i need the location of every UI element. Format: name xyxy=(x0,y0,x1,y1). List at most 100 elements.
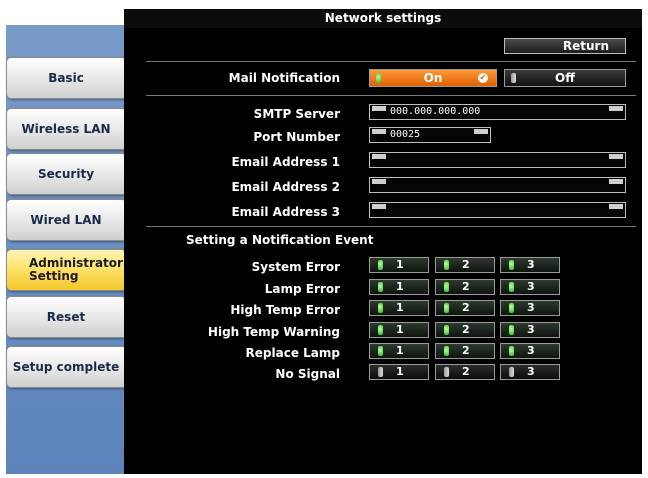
event-replace-lamp-1-checkbox[interactable]: 1 xyxy=(369,343,429,359)
event-label-no-signal: No Signal xyxy=(275,367,340,381)
checkbox-number: 3 xyxy=(527,323,535,336)
event-label-high-temp-error: High Temp Error xyxy=(230,303,340,317)
mail-notification-on-button[interactable]: On ✔ xyxy=(369,69,497,87)
lamp-on-icon xyxy=(378,325,383,335)
lamp-on-icon xyxy=(378,260,383,270)
lamp-on-icon xyxy=(444,260,449,270)
lamp-on-icon xyxy=(509,325,514,335)
lamp-on-icon xyxy=(444,282,449,292)
checkbox-number: 1 xyxy=(396,258,404,271)
event-no-signal-3-checkbox[interactable]: 3 xyxy=(500,364,560,380)
sidebar-item-label: Wireless LAN xyxy=(21,121,111,136)
port-number-label: Port Number xyxy=(253,130,340,144)
return-button[interactable]: Return xyxy=(504,38,626,54)
lamp-on-icon xyxy=(444,303,449,313)
lamp-on-icon xyxy=(509,282,514,292)
toggle-label: On xyxy=(423,71,443,85)
event-lamp-error-1-checkbox[interactable]: 1 xyxy=(369,279,429,295)
checkbox-number: 2 xyxy=(462,301,470,314)
smtp-server-label: SMTP Server xyxy=(253,107,340,121)
event-label-replace-lamp: Replace Lamp xyxy=(245,346,340,360)
mail-notification-label: Mail Notification xyxy=(228,71,340,85)
divider xyxy=(146,61,636,62)
divider xyxy=(146,95,636,96)
checkbox-number: 1 xyxy=(396,280,404,293)
event-high-temp-error-2-checkbox[interactable]: 2 xyxy=(435,300,495,316)
event-label-high-temp-warning: High Temp Warning xyxy=(207,325,340,339)
event-system-error-1-checkbox[interactable]: 1 xyxy=(369,257,429,273)
sidebar-item-administrator-setting[interactable]: Administrator Setting xyxy=(6,249,140,291)
event-label-lamp-error: Lamp Error xyxy=(264,282,340,296)
lamp-on-icon xyxy=(378,346,383,356)
lamp-off-icon xyxy=(509,367,514,377)
checkbox-number: 2 xyxy=(462,365,470,378)
checkbox-number: 1 xyxy=(396,301,404,314)
sidebar-item-wired-lan[interactable]: Wired LAN xyxy=(6,199,140,241)
checkbox-number: 2 xyxy=(462,258,470,271)
event-high-temp-error-3-checkbox[interactable]: 3 xyxy=(500,300,560,316)
checkbox-number: 1 xyxy=(396,365,404,378)
mail-notification-off-button[interactable]: Off xyxy=(504,69,626,87)
lamp-on-icon xyxy=(444,346,449,356)
sidebar-item-reset[interactable]: Reset xyxy=(6,296,140,338)
divider xyxy=(146,226,636,227)
checkbox-number: 3 xyxy=(527,344,535,357)
email-address-3-field[interactable] xyxy=(369,202,626,218)
lamp-on-icon xyxy=(444,325,449,335)
page-title: Network settings xyxy=(124,9,642,28)
lamp-on-icon xyxy=(376,73,381,83)
sidebar-item-security[interactable]: Security xyxy=(6,153,140,195)
sidebar-item-label: Wired LAN xyxy=(30,212,102,227)
checkbox-number: 3 xyxy=(527,301,535,314)
sidebar-item-basic[interactable]: Basic xyxy=(6,57,140,99)
lamp-off-icon xyxy=(378,367,383,377)
email-address-2-field[interactable] xyxy=(369,177,626,193)
port-number-field[interactable]: 00025 xyxy=(369,127,491,143)
event-no-signal-2-checkbox[interactable]: 2 xyxy=(435,364,495,380)
email-address-1-field[interactable] xyxy=(369,152,626,168)
lamp-on-icon xyxy=(509,346,514,356)
sidebar-item-setup-complete[interactable]: Setup complete xyxy=(6,346,140,388)
notification-event-section-title: Setting a Notification Event xyxy=(186,233,374,247)
sidebar-item-label: Reset xyxy=(46,309,86,324)
email-address-3-label: Email Address 3 xyxy=(231,205,340,219)
sidebar-item-label: Basic xyxy=(48,70,84,85)
toggle-label: Off xyxy=(555,71,575,85)
lamp-off-icon xyxy=(444,367,449,377)
event-label-system-error: System Error xyxy=(251,260,340,274)
checkbox-number: 1 xyxy=(396,323,404,336)
settings-panel: Network settings Return Mail Notificatio… xyxy=(124,9,642,474)
sidebar-header xyxy=(6,9,124,25)
checkbox-number: 3 xyxy=(527,258,535,271)
selected-check-icon: ✔ xyxy=(478,73,488,83)
sidebar-item-label-line1: Administrator xyxy=(29,256,123,270)
event-high-temp-warning-1-checkbox[interactable]: 1 xyxy=(369,322,429,338)
sidebar-item-label-line2: Setting xyxy=(29,269,79,283)
sidebar-item-label: Setup complete xyxy=(12,359,120,374)
event-system-error-2-checkbox[interactable]: 2 xyxy=(435,257,495,273)
event-system-error-3-checkbox[interactable]: 3 xyxy=(500,257,560,273)
event-lamp-error-3-checkbox[interactable]: 3 xyxy=(500,279,560,295)
checkbox-number: 3 xyxy=(527,365,535,378)
event-high-temp-error-1-checkbox[interactable]: 1 xyxy=(369,300,429,316)
lamp-off-icon xyxy=(511,73,516,83)
checkbox-number: 2 xyxy=(462,280,470,293)
sidebar-item-wireless-lan[interactable]: Wireless LAN xyxy=(6,108,140,150)
event-replace-lamp-2-checkbox[interactable]: 2 xyxy=(435,343,495,359)
checkbox-number: 1 xyxy=(396,344,404,357)
event-no-signal-1-checkbox[interactable]: 1 xyxy=(369,364,429,380)
checkbox-number: 2 xyxy=(462,344,470,357)
lamp-on-icon xyxy=(509,260,514,270)
email-address-2-label: Email Address 2 xyxy=(231,180,340,194)
event-high-temp-warning-3-checkbox[interactable]: 3 xyxy=(500,322,560,338)
event-replace-lamp-3-checkbox[interactable]: 3 xyxy=(500,343,560,359)
event-lamp-error-2-checkbox[interactable]: 2 xyxy=(435,279,495,295)
event-high-temp-warning-2-checkbox[interactable]: 2 xyxy=(435,322,495,338)
checkbox-number: 2 xyxy=(462,323,470,336)
email-address-1-label: Email Address 1 xyxy=(231,155,340,169)
checkbox-number: 3 xyxy=(527,280,535,293)
smtp-server-field[interactable]: 000.000.000.000 xyxy=(369,104,626,120)
sidebar-item-label: Security xyxy=(37,166,95,181)
projector-settings-screen: Basic Wireless LAN Security Wired LAN Ad… xyxy=(0,0,648,478)
sidebar-item-label: Administrator Setting xyxy=(29,257,123,283)
